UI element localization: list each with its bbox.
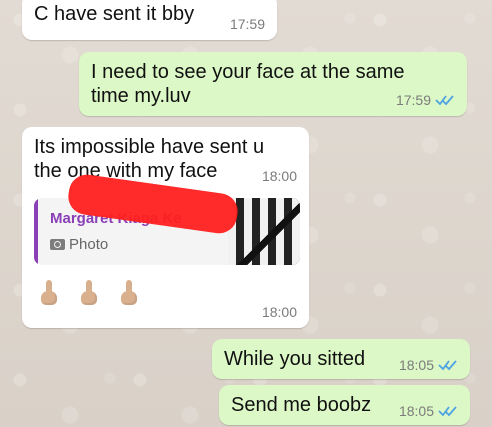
quote-accent-bar bbox=[34, 198, 38, 265]
message-meta: 17:59 bbox=[230, 16, 265, 32]
message-time: 17:59 bbox=[395, 92, 431, 108]
message-text: Its impossible have sent u the one with … bbox=[34, 136, 265, 182]
message-bubble-outgoing[interactable]: I need to see your face at the same time… bbox=[79, 52, 467, 116]
message-bubble-incoming-with-quote[interactable]: Its impossible have sent u the one with … bbox=[22, 127, 309, 328]
message-bubble-incoming[interactable]: C have sent it bby 17:59 bbox=[22, 0, 277, 40]
quoted-photo-label: Photo bbox=[50, 236, 108, 253]
message-meta: 18:05 bbox=[399, 403, 458, 419]
message-time: 18:05 bbox=[398, 357, 434, 373]
camera-icon bbox=[50, 239, 65, 250]
double-check-icon bbox=[438, 406, 457, 417]
message-bubble-outgoing[interactable]: Send me boobz 18:05 bbox=[219, 385, 470, 425]
message-meta: 18:05 bbox=[399, 357, 458, 373]
message-time: 17:59 bbox=[229, 16, 265, 32]
message-text: I need to see your face at the same time… bbox=[91, 61, 405, 107]
pointing-up-emoji-icon bbox=[78, 280, 100, 308]
message-time: 18:00 bbox=[261, 168, 297, 184]
message-text: Send me boobz bbox=[231, 394, 372, 416]
message-text: C have sent it bby bbox=[34, 3, 195, 25]
pointing-up-emoji-icon bbox=[118, 280, 140, 308]
pointing-up-emoji-icon bbox=[38, 280, 60, 308]
double-check-icon bbox=[435, 95, 454, 106]
double-check-icon bbox=[438, 360, 457, 371]
emoji-row bbox=[38, 280, 140, 308]
message-bubble-outgoing[interactable]: While you sitted 18:05 bbox=[212, 339, 470, 379]
quoted-type: Photo bbox=[69, 236, 109, 253]
message-text: While you sitted bbox=[224, 348, 366, 370]
message-meta: 17:59 bbox=[396, 92, 455, 108]
message-time: 18:05 bbox=[398, 403, 434, 419]
photo-thumbnail[interactable] bbox=[228, 198, 300, 265]
message-time: 18:00 bbox=[261, 304, 297, 320]
